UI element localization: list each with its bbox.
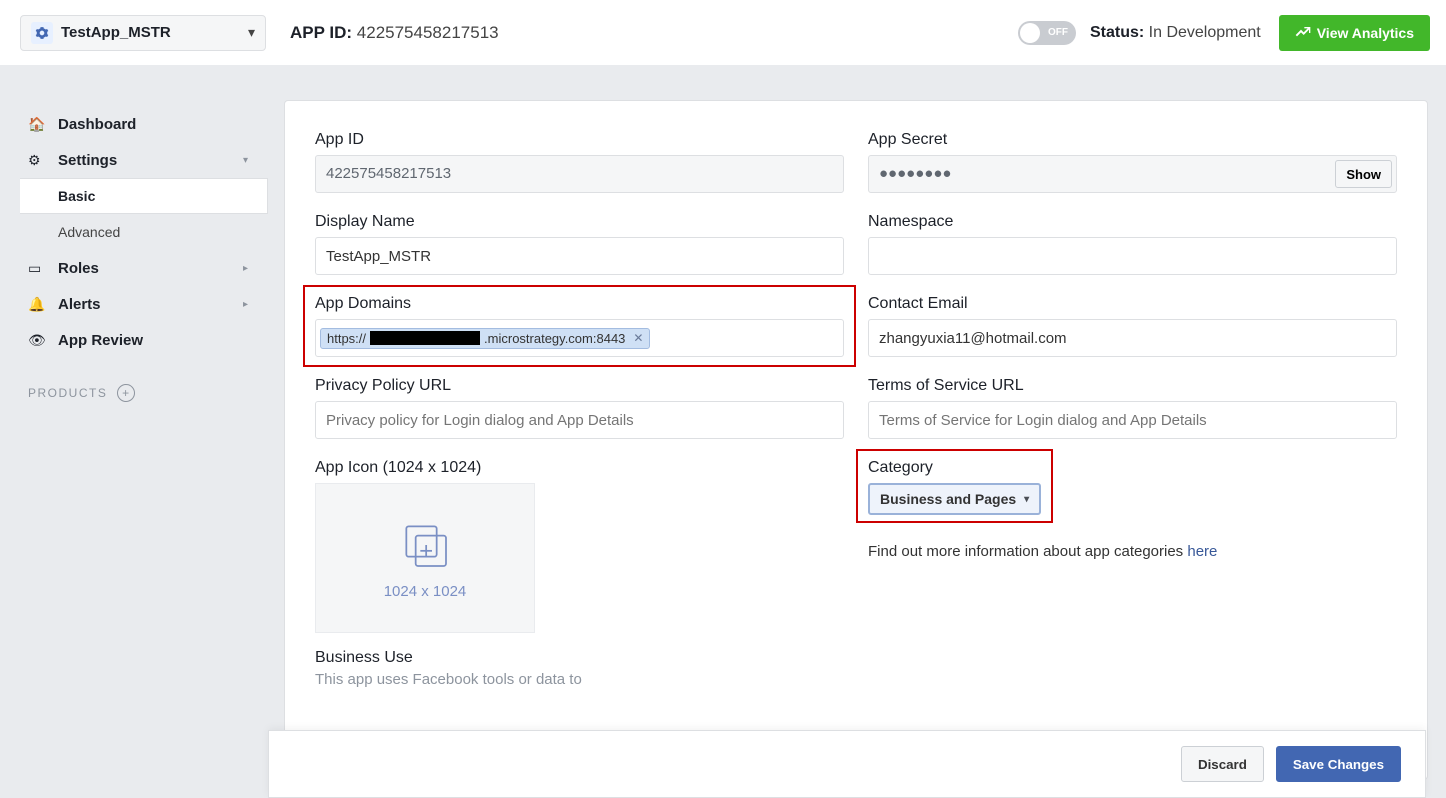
label-tos-url: Terms of Service URL (868, 377, 1397, 395)
sidebar-item-dashboard[interactable]: 🏠 Dashboard (0, 106, 268, 142)
caret-down-icon: ▾ (248, 24, 255, 41)
field-privacy-url[interactable] (315, 401, 844, 439)
field-tos-url[interactable] (868, 401, 1397, 439)
sidebar-sub-label-basic: Basic (58, 188, 95, 204)
sidebar-item-settings[interactable]: ⚙ Settings ▾ (0, 142, 268, 178)
roles-icon: ▭ (28, 260, 46, 277)
label-app-id: App ID (315, 131, 844, 149)
label-app-icon: App Icon (1024 x 1024) (315, 459, 844, 477)
sidebar-label-roles: Roles (58, 260, 99, 277)
label-contact-email: Contact Email (868, 295, 1397, 313)
label-app-secret: App Secret (868, 131, 1397, 149)
view-analytics-button[interactable]: View Analytics (1279, 15, 1430, 51)
chevron-right-icon: ▸ (243, 263, 248, 274)
footer-bar: Discard Save Changes (268, 730, 1426, 798)
sidebar-item-roles[interactable]: ▭ Roles ▸ (0, 250, 268, 286)
sidebar-label-alerts: Alerts (58, 296, 101, 313)
app-selector-name: TestApp_MSTR (61, 24, 248, 41)
app-icon-dim: 1024 x 1024 (384, 583, 467, 600)
text-business-use-sub: This app uses Facebook tools or data to (315, 671, 844, 688)
remove-domain-icon[interactable]: ✕ (633, 331, 643, 345)
gear-icon: ⚙ (28, 152, 46, 169)
category-hint: Find out more information about app cate… (868, 543, 1397, 560)
field-namespace[interactable] (868, 237, 1397, 275)
field-app-secret: ●●●●●●●● (868, 155, 1397, 193)
app-selector-dropdown[interactable]: TestApp_MSTR ▾ (20, 15, 266, 51)
app-icon-upload[interactable]: 1024 x 1024 (315, 483, 535, 633)
domain-token-prefix: https:// (327, 331, 366, 346)
toggle-off-label: OFF (1048, 27, 1068, 38)
category-hint-text: Find out more information about app cate… (868, 543, 1187, 560)
label-namespace: Namespace (868, 213, 1397, 231)
eye-icon: 👁 (28, 332, 46, 349)
sidebar-label-dashboard: Dashboard (58, 116, 136, 133)
sidebar: 🏠 Dashboard ⚙ Settings ▾ Basic Advanced … (0, 66, 268, 798)
view-analytics-label: View Analytics (1317, 25, 1414, 41)
label-app-domains: App Domains (315, 295, 844, 313)
sidebar-sub-advanced[interactable]: Advanced (0, 214, 268, 250)
toggle-knob (1020, 23, 1040, 43)
category-hint-link[interactable]: here (1187, 543, 1217, 560)
label-privacy-url: Privacy Policy URL (315, 377, 844, 395)
redacted-block (370, 331, 480, 345)
label-category: Category (868, 459, 1041, 477)
sidebar-item-app-review[interactable]: 👁 App Review (0, 322, 268, 358)
analytics-icon (1295, 25, 1311, 41)
chevron-down-icon: ▾ (243, 155, 248, 166)
chevron-right-icon: ▸ (243, 299, 248, 310)
image-placeholder-icon (397, 517, 453, 573)
app-live-toggle[interactable]: OFF (1018, 21, 1076, 45)
sidebar-products-header: PRODUCTS + (0, 358, 268, 402)
top-header: TestApp_MSTR ▾ APP ID: 422575458217513 O… (0, 0, 1446, 66)
app-id-label: APP ID: (290, 23, 352, 42)
home-icon: 🏠 (28, 116, 46, 133)
status-value: In Development (1149, 24, 1261, 41)
show-secret-button[interactable]: Show (1335, 160, 1392, 188)
category-dropdown[interactable]: Business and Pages ▾ (868, 483, 1041, 515)
app-id-value: 422575458217513 (357, 23, 499, 42)
label-display-name: Display Name (315, 213, 844, 231)
add-product-button[interactable]: + (117, 384, 135, 402)
app-gear-icon (31, 22, 53, 44)
caret-down-icon: ▾ (1024, 494, 1029, 505)
app-id-display: APP ID: 422575458217513 (290, 23, 499, 43)
domain-token[interactable]: https:// .microstrategy.com:8443 ✕ (320, 328, 650, 349)
field-app-id: 422575458217513 (315, 155, 844, 193)
sidebar-sub-label-advanced: Advanced (58, 224, 120, 240)
sidebar-item-alerts[interactable]: 🔔 Alerts ▸ (0, 286, 268, 322)
highlight-app-domains: App Domains https:// .microstrategy.com:8… (303, 285, 856, 367)
main-panel: App ID 422575458217513 App Secret ●●●●●●… (284, 100, 1428, 780)
highlight-category: Category Business and Pages ▾ (856, 449, 1053, 523)
domain-token-suffix: .microstrategy.com:8443 (484, 331, 625, 346)
category-selected-value: Business and Pages (880, 491, 1016, 507)
field-app-domains[interactable]: https:// .microstrategy.com:8443 ✕ (315, 319, 844, 357)
sidebar-label-settings: Settings (58, 152, 117, 169)
sidebar-sub-basic[interactable]: Basic (20, 178, 268, 214)
label-business-use: Business Use (315, 649, 844, 667)
save-changes-button[interactable]: Save Changes (1276, 746, 1401, 782)
products-label: PRODUCTS (28, 386, 107, 400)
status-label: Status: (1090, 24, 1144, 41)
status-text: Status: In Development (1090, 24, 1261, 42)
field-contact-email[interactable] (868, 319, 1397, 357)
discard-button[interactable]: Discard (1181, 746, 1264, 782)
sidebar-label-app-review: App Review (58, 332, 143, 349)
bell-icon: 🔔 (28, 296, 46, 313)
field-display-name[interactable] (315, 237, 844, 275)
